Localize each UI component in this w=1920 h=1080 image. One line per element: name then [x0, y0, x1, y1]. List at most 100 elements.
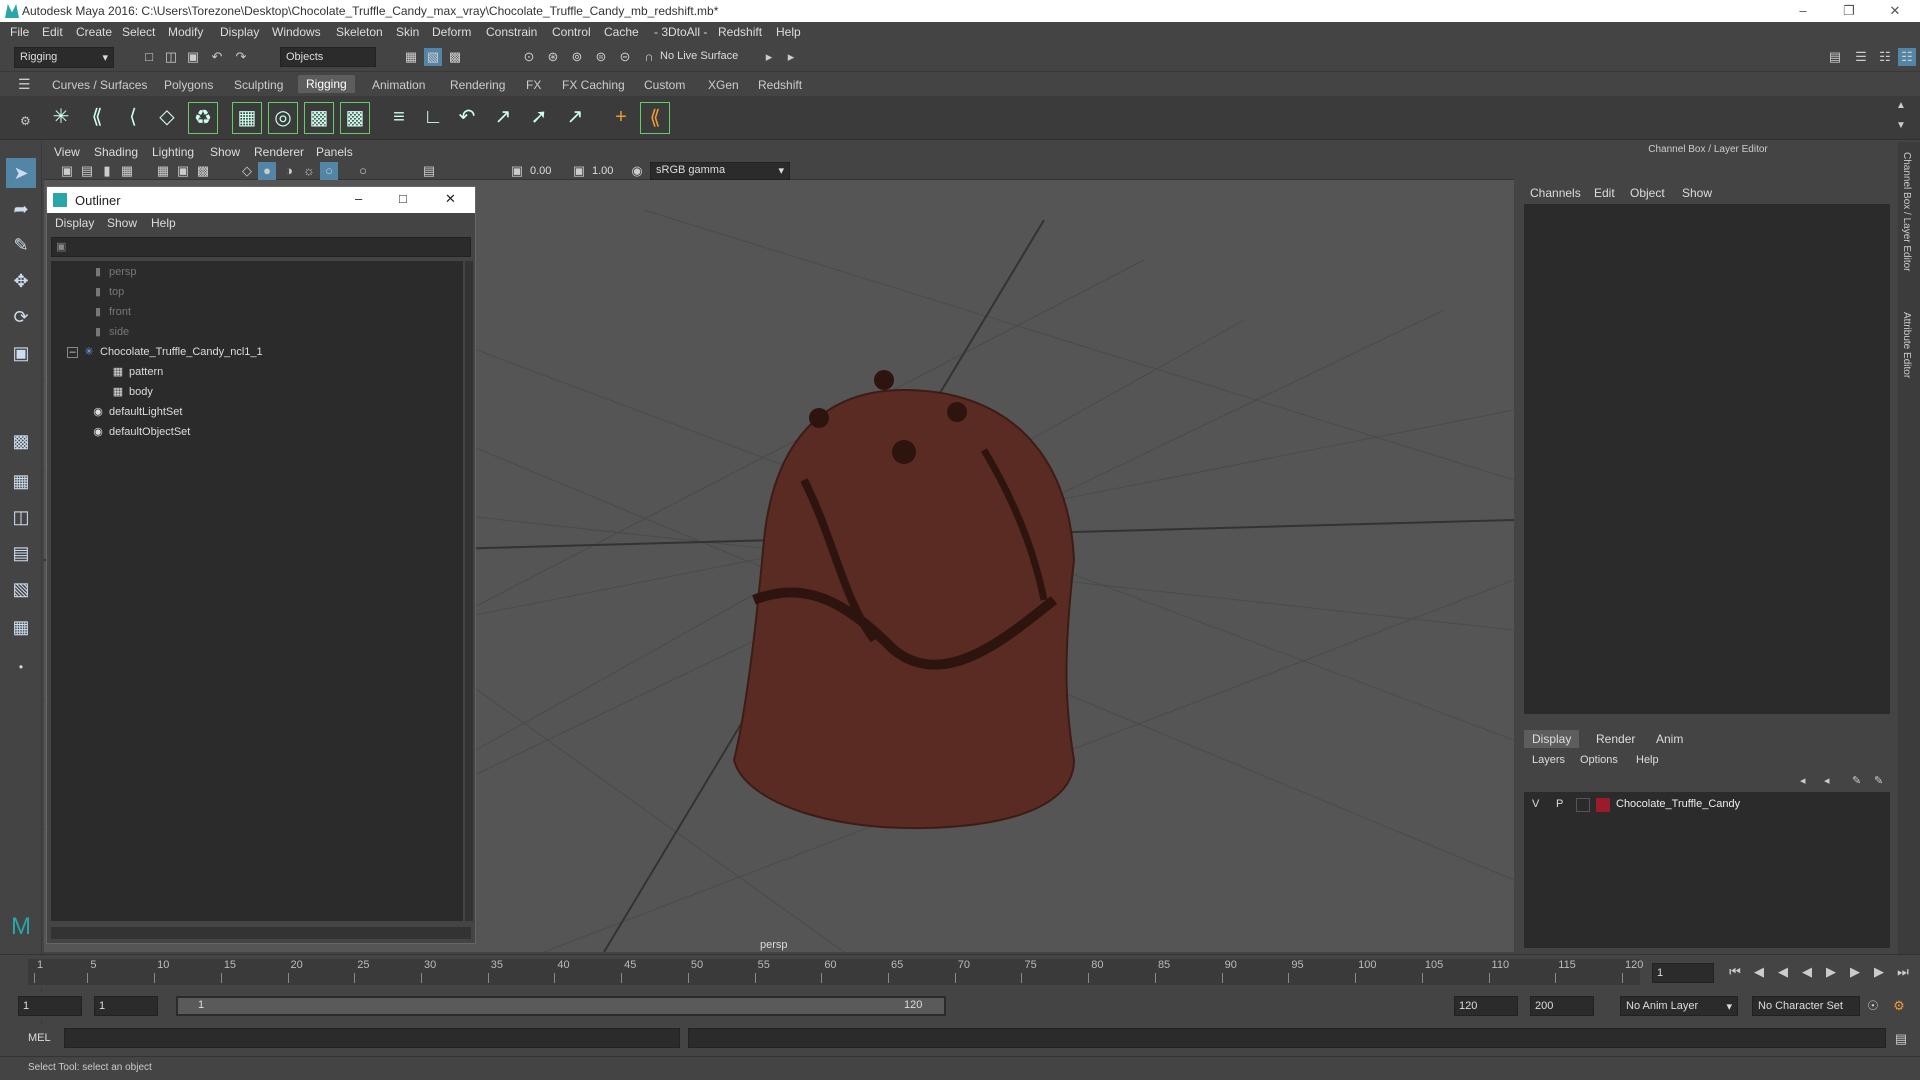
shelf-tab-polygons[interactable]: Polygons	[164, 78, 213, 92]
playback-end-field[interactable]: 120	[1454, 996, 1518, 1016]
layer-row[interactable]: V P Chocolate_Truffle_Candy	[1524, 796, 1890, 814]
bookmark-icon[interactable]: ▮	[98, 162, 116, 180]
move-tool-icon[interactable]: ✥	[6, 266, 36, 296]
rotate-tool-icon[interactable]: ⟳	[6, 302, 36, 332]
list-item[interactable]: ▮ persp	[91, 263, 137, 281]
current-frame-field[interactable]: 1	[1652, 963, 1714, 983]
cb-menu-channels[interactable]: Channels	[1530, 186, 1581, 200]
layer-move-down-icon[interactable]: ◂	[1824, 774, 1830, 787]
color-management-icon[interactable]: ◉	[628, 162, 646, 180]
hud-icon[interactable]: ▤	[420, 162, 438, 180]
arrow-right-icon[interactable]: ▸	[760, 48, 778, 66]
save-scene-icon[interactable]: ▣	[184, 48, 202, 66]
layer-tab-anim[interactable]: Anim	[1656, 732, 1683, 746]
character-set-dropdown[interactable]: No Character Set	[1752, 996, 1860, 1016]
play-forward-icon[interactable]: ▶	[1822, 963, 1840, 981]
more-layouts-icon[interactable]: •	[6, 652, 36, 682]
lights-icon[interactable]: ☼	[300, 162, 318, 180]
outliner-menu-help[interactable]: Help	[151, 216, 176, 230]
outliner-horizontal-scrollbar[interactable]	[51, 927, 471, 939]
menu-modify[interactable]: Modify	[168, 25, 203, 39]
shelf-tab-xgen[interactable]: XGen	[708, 78, 739, 92]
bind-skin-icon[interactable]: ≡	[384, 102, 414, 134]
minimize-button[interactable]: –	[1780, 0, 1826, 22]
wrap-deformer-icon[interactable]: ▩	[304, 102, 334, 134]
menu-display[interactable]: Display	[220, 25, 259, 39]
anim-layer-dropdown[interactable]: No Anim Layer ▾	[1620, 996, 1738, 1016]
hypershade-layout-icon[interactable]: ▧	[6, 574, 36, 604]
range-slider-track[interactable]: 1 120	[176, 996, 946, 1016]
menu-file[interactable]: File	[10, 25, 29, 39]
new-layer-selected-icon[interactable]: ✎	[1874, 774, 1883, 787]
list-item[interactable]: ◉ defaultLightSet	[91, 403, 182, 421]
attribute-editor-icon[interactable]: ☰	[1852, 48, 1870, 66]
command-language-label[interactable]: MEL	[28, 1032, 51, 1044]
camera-attr-icon[interactable]: ▤	[78, 162, 96, 180]
menu-constrain[interactable]: Constrain	[486, 25, 537, 39]
layer-playback-toggle[interactable]: P	[1556, 798, 1563, 810]
shelf-tab-custom[interactable]: Custom	[644, 78, 685, 92]
toggle-panel-icon[interactable]: ▤	[1826, 48, 1844, 66]
isolate-icon[interactable]: ○	[354, 162, 372, 180]
magnet-icon[interactable]: ∩	[640, 48, 658, 66]
menu-3dtoall[interactable]: - 3DtoAll -	[654, 25, 707, 39]
layer-color-swatch[interactable]	[1596, 798, 1610, 812]
command-input[interactable]	[64, 1028, 680, 1048]
menuset-dropdown[interactable]: Rigging ▾	[14, 47, 114, 68]
vp-menu-show[interactable]: Show	[210, 145, 240, 159]
shelf-scroll-up-icon[interactable]: ▲	[1896, 100, 1906, 111]
ik-handle-icon[interactable]: ⟪	[82, 102, 112, 134]
go-to-start-icon[interactable]: ⏮	[1726, 963, 1744, 981]
channel-box-icon[interactable]: ☷	[1898, 48, 1916, 66]
menu-deform[interactable]: Deform	[432, 25, 471, 39]
outliner-layout-icon[interactable]: ▦	[6, 612, 36, 642]
vp-menu-lighting[interactable]: Lighting	[152, 145, 194, 159]
xray-icon[interactable]: ○	[320, 162, 338, 180]
auto-key-icon[interactable]: ☉	[1864, 997, 1882, 1015]
snap-view-icon[interactable]: ⊜	[592, 48, 610, 66]
aim-constraint-icon[interactable]: ↶	[452, 102, 482, 134]
layer-tab-render[interactable]: Render	[1596, 732, 1635, 746]
step-forward-key-icon[interactable]: ▶	[1870, 963, 1888, 981]
shelf-settings-icon[interactable]: ⚙	[20, 114, 31, 128]
list-item[interactable]: ▮ front	[91, 303, 131, 321]
snap-curve-icon[interactable]: ⊛	[544, 48, 562, 66]
menu-select[interactable]: Select	[122, 25, 155, 39]
exposure-value[interactable]: 0.00	[530, 165, 551, 177]
sculpt-deformer-icon[interactable]: ▩	[340, 102, 370, 134]
outliner-vertical-scrollbar[interactable]	[465, 261, 473, 921]
wireframe-icon[interactable]: ◇	[238, 162, 256, 180]
menu-skin[interactable]: Skin	[396, 25, 419, 39]
vp-menu-shading[interactable]: Shading	[94, 145, 138, 159]
list-item[interactable]: ▮ top	[91, 283, 124, 301]
close-button[interactable]: ✕	[1872, 0, 1918, 22]
camera-select-icon[interactable]: ▣	[58, 162, 76, 180]
image-plane-icon[interactable]: ▦	[118, 162, 136, 180]
select-hierarchy-icon[interactable]: ▦	[402, 48, 420, 66]
gamma-icon[interactable]: ▣	[570, 162, 588, 180]
menu-redshift[interactable]: Redshift	[718, 25, 762, 39]
preferences-icon[interactable]: ⚙	[1890, 997, 1908, 1015]
outliner-search-input[interactable]: ▣	[51, 237, 471, 257]
resolution-gate-icon[interactable]: ▩	[194, 162, 212, 180]
menu-help[interactable]: Help	[776, 25, 801, 39]
menu-windows[interactable]: Windows	[272, 25, 321, 39]
scale-tool-icon[interactable]: ▣	[6, 338, 36, 368]
exposure-icon[interactable]: ▣	[508, 162, 526, 180]
range-slider-handle[interactable]: 1 120	[178, 998, 944, 1014]
select-object-icon[interactable]: ▧	[424, 48, 442, 66]
channel-box-area[interactable]	[1524, 204, 1890, 714]
cluster-icon[interactable]: ▦	[232, 102, 262, 134]
cb-menu-edit[interactable]: Edit	[1594, 186, 1615, 200]
blend-shape-icon[interactable]: ⟪	[640, 102, 670, 134]
list-item[interactable]: ▮ side	[91, 323, 129, 341]
shelf-scroll-down-icon[interactable]: ▼	[1896, 120, 1906, 131]
time-slider[interactable]: 1 5 10 15 20 25 30 35 40 45 50 55 60 65 70 75 80 85 90 95 10…	[0, 954, 1920, 988]
redo-icon[interactable]: ↷	[232, 48, 250, 66]
menu-control[interactable]: Control	[552, 25, 591, 39]
truffle-model[interactable]	[732, 370, 1076, 830]
side-tab-attribute-editor[interactable]: Attribute Editor	[1901, 312, 1912, 378]
menu-cache[interactable]: Cache	[604, 25, 639, 39]
layer-move-up-icon[interactable]: ◂	[1800, 774, 1806, 787]
outliner-titlebar[interactable]: Outliner – □ ✕	[47, 187, 475, 213]
